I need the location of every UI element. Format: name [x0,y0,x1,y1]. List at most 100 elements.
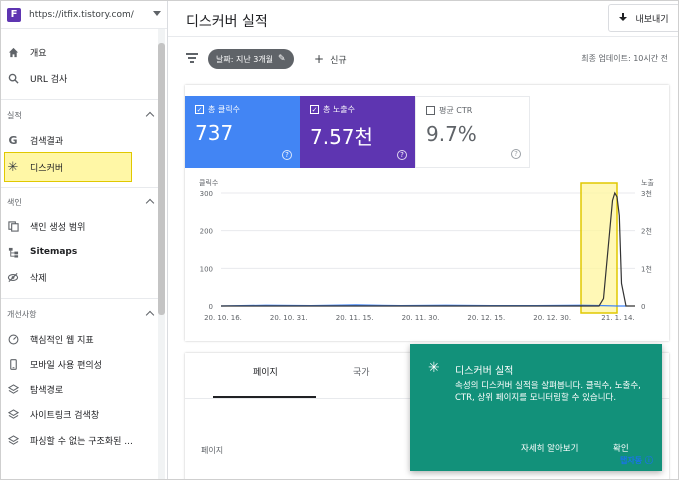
watermark-badge: 탭자동 ⓘ [620,456,653,465]
y-axis-left-label: 클릭수 [199,179,219,187]
sidebar-item-discover[interactable]: ✳ 디스커버 [1,156,158,178]
sitemap-icon [7,246,19,258]
property-selector[interactable]: F https://itfix.tistory.com/ [1,1,167,29]
layers-icon [7,434,19,446]
y-tick-right: 1천 [641,264,652,273]
y-tick-right: 2천 [641,227,652,236]
table-column-header[interactable]: 페이지 [201,445,223,456]
pages-icon [7,220,19,232]
sidebar-item-label: Sitemaps [30,247,78,257]
new-filter-button[interactable]: + 신규 [314,52,347,66]
sidebar: F https://itfix.tistory.com/ 개요 URL 검사 실… [1,1,168,479]
pencil-icon: ✎ [278,54,286,64]
learn-more-button[interactable]: 자세히 알아보기 [521,442,578,454]
home-icon [7,46,19,58]
section-index[interactable]: 색인 [7,197,157,208]
sidebar-item-overview[interactable]: 개요 [1,41,158,63]
checkbox-checked-icon[interactable]: ✓ [310,105,319,114]
sidebar-item-coverage[interactable]: 색인 생성 범위 [1,215,158,237]
sidebar-item-label: 삭제 [30,273,47,284]
sidebar-item-search-results[interactable]: G 검색결과 [1,129,158,151]
sidebar-item-sitelinks-searchbox[interactable]: 사이트링크 검색창 [1,403,158,425]
sidebar-item-label: 디스커버 [30,163,64,174]
x-tick: 21. 1. 14. [601,314,634,322]
sidebar-scrollbar-thumb[interactable] [158,43,165,315]
y-tick-right: 0 [641,303,645,311]
divider [1,187,158,188]
tab-pages[interactable]: 페이지 [253,365,278,378]
layers-icon [7,408,19,420]
date-filter-chip[interactable]: 날짜: 지난 3개월 ✎ [208,49,294,69]
x-tick: 20. 10. 31. [270,314,308,322]
app-frame: F https://itfix.tistory.com/ 개요 URL 검사 실… [0,0,679,480]
help-icon[interactable]: ? [511,149,521,159]
metric-average-ctr[interactable]: 평균 CTR 9.7% ? [415,96,530,168]
site-favicon-icon: F [7,7,21,22]
top-bar: 디스커버 실적 내보내기 [168,1,678,37]
metric-value: 9.7% [426,122,477,146]
download-icon [619,13,628,23]
export-button[interactable]: 내보내기 [608,4,678,32]
tab-countries[interactable]: 국가 [353,365,370,378]
chevron-up-icon [145,198,155,208]
sidebar-item-core-web-vitals[interactable]: 핵심적인 웹 지표 [1,328,158,350]
help-icon[interactable]: ? [397,150,407,160]
sidebar-item-sitemaps[interactable]: Sitemaps [1,241,158,263]
y-tick-left: 300 [200,190,213,198]
gauge-icon [7,333,19,345]
chevron-down-icon[interactable] [153,11,161,16]
sidebar-item-unparsable-structured-data[interactable]: 파싱할 수 없는 구조화된 ... [1,429,158,451]
sidebar-item-label: 핵심적인 웹 지표 [30,335,94,346]
section-enhancements[interactable]: 개선사항 [7,309,157,320]
search-icon [7,72,19,84]
filter-bar: 날짜: 지난 3개월 ✎ + 신규 최종 업데이트: 10시간 전 [168,45,678,73]
y-tick-left: 100 [200,265,213,273]
discover-intro-toast: ✳ 디스커버 실적 속성의 디스커버 실적을 살펴봅니다. 클릭수, 노출수, … [410,344,662,471]
divider [1,298,158,299]
sidebar-item-breadcrumbs[interactable]: 탐색경로 [1,378,158,400]
x-tick: 20. 10. 16. [204,314,242,322]
sidebar-item-label: 모바일 사용 편의성 [30,360,102,371]
y-tick-right: 3천 [641,189,652,198]
sidebar-item-label: 탐색경로 [30,385,64,396]
divider [1,99,158,100]
x-tick: 20. 12. 30. [533,314,571,322]
spike-highlight [580,182,618,314]
date-filter-label: 날짜: 지난 3개월 [216,54,274,64]
metric-total-clicks[interactable]: ✓ 총 클릭수 737 ? [185,96,300,168]
phone-icon [7,358,19,370]
metric-label: 총 클릭수 [208,105,240,114]
checkbox-checked-icon[interactable]: ✓ [195,105,204,114]
export-label: 내보내기 [635,14,669,25]
page-title: 디스커버 실적 [186,14,268,30]
section-title: 색인 [7,198,22,207]
chevron-up-icon [145,310,155,320]
sidebar-item-label: 파싱할 수 없는 구조화된 ... [30,436,133,447]
toast-body: 속성의 디스커버 실적을 살펴봅니다. 클릭수, 노출수, CTR, 상위 페이… [455,381,641,403]
sidebar-item-label: 색인 생성 범위 [30,222,86,233]
eye-off-icon [7,271,19,283]
sidebar-item-mobile-usability[interactable]: 모바일 사용 편의성 [1,353,158,375]
y-axis-right-label: 노출 [641,178,654,187]
x-tick: 20. 12. 15. [467,314,505,322]
filter-icon[interactable] [186,53,198,63]
y-tick-left: 200 [200,228,213,236]
performance-chart: 클릭수 노출 300 3천 200 2천 100 1천 0 0 20. 10. 16. 20. 10.… [199,178,654,322]
metric-value: 7.57천 [310,125,373,149]
asterisk-icon: ✳ [7,159,19,175]
new-filter-label: 신규 [330,56,347,66]
section-performance[interactable]: 실적 [7,110,157,121]
google-g-icon: G [8,133,18,147]
toast-title: 디스커버 실적 [455,366,514,377]
chevron-up-icon [145,111,155,121]
help-icon[interactable]: ? [282,150,292,160]
section-title: 실적 [7,111,22,120]
sidebar-item-removals[interactable]: 삭제 [1,266,158,288]
sidebar-item-url-inspection[interactable]: URL 검사 [1,67,158,89]
checkbox-unchecked-icon[interactable] [426,106,435,115]
metric-total-impressions[interactable]: ✓ 총 노출수 7.57천 ? [300,96,415,168]
x-tick: 20. 11. 15. [336,314,374,322]
confirm-button[interactable]: 확인 [613,442,629,454]
sidebar-item-label: URL 검사 [30,74,68,85]
metric-label: 총 노출수 [323,105,355,114]
